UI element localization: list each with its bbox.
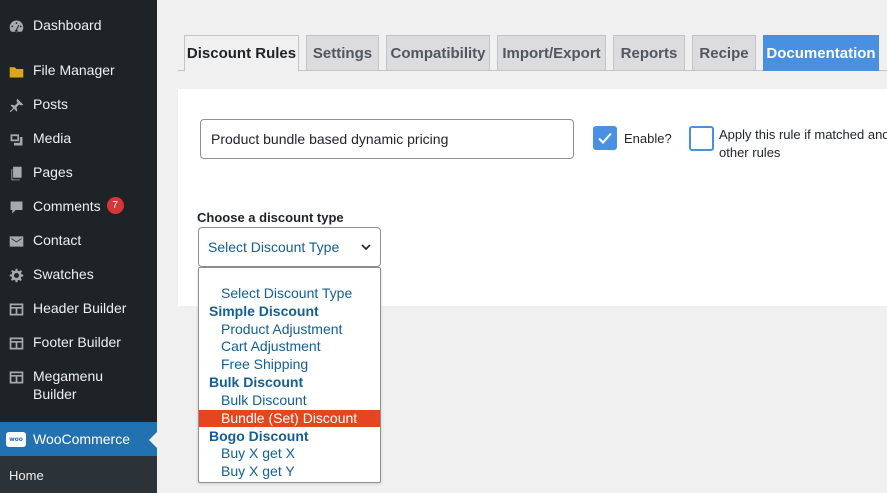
dropdown-option[interactable]: Buy X get X xyxy=(199,445,380,463)
sidebar-item-label: Swatches xyxy=(33,266,94,282)
layout-icon xyxy=(6,367,26,387)
mail-icon xyxy=(6,231,26,251)
enable-checkbox[interactable] xyxy=(593,126,617,150)
discount-type-label: Choose a discount type xyxy=(197,210,344,225)
sidebar-item-label: Contact xyxy=(33,232,82,248)
discount-type-dropdown: Select Discount Type Simple Discount Pro… xyxy=(198,267,381,483)
layout-icon xyxy=(6,299,26,319)
tab-recipe[interactable]: Recipe xyxy=(692,35,756,71)
dropdown-option[interactable]: Bulk Discount xyxy=(199,392,380,410)
comment-icon xyxy=(6,197,26,217)
dropdown-option[interactable]: Product Adjustment xyxy=(199,321,380,339)
plugin-tabs: Discount Rules Settings Compatibility Im… xyxy=(178,35,887,72)
sidebar-item-label: Media xyxy=(33,130,72,146)
apply-if-matched-checkbox[interactable] xyxy=(689,126,714,151)
checkmark-icon xyxy=(598,132,612,144)
sidebar-item-swatches[interactable]: Swatches xyxy=(0,265,157,285)
sidebar-item-media[interactable]: Media xyxy=(0,129,157,149)
sidebar-item-label: WooCommerce xyxy=(33,431,130,447)
current-menu-arrow xyxy=(149,432,157,448)
sidebar-item-footer-builder[interactable]: Footer Builder xyxy=(0,333,157,353)
admin-sidebar: Dashboard File Manager Posts Media Pages… xyxy=(0,0,157,493)
rule-name-input[interactable]: Product bundle based dynamic pricing xyxy=(200,119,574,159)
tab-import-export[interactable]: Import/Export xyxy=(497,35,606,71)
sidebar-item-pages[interactable]: Pages xyxy=(0,163,157,183)
dropdown-group-label: Bogo Discount xyxy=(209,427,309,444)
tab-documentation[interactable]: Documentation xyxy=(763,35,879,71)
discount-type-value: Select Discount Type xyxy=(208,239,340,255)
sidebar-item-header-builder[interactable]: Header Builder xyxy=(0,299,157,319)
enable-label: Enable? xyxy=(624,131,672,146)
sidebar-item-woocommerce[interactable]: woo WooCommerce xyxy=(0,422,157,456)
apply-label-line-1: Apply this rule if matched and xyxy=(719,127,887,142)
apply-if-matched-label: Apply this rule if matched and other rul… xyxy=(719,126,887,162)
sidebar-item-comments[interactable]: Comments 7 xyxy=(0,197,157,217)
pin-icon xyxy=(6,95,26,115)
woo-icon: woo xyxy=(6,429,26,449)
dropdown-option[interactable]: Buy X get Y xyxy=(199,463,380,481)
sidebar-submenu: Home xyxy=(0,456,157,493)
sidebar-item-dashboard[interactable]: Dashboard xyxy=(0,16,157,36)
tab-reports[interactable]: Reports xyxy=(613,35,685,71)
dropdown-option[interactable]: Select Discount Type xyxy=(199,285,380,303)
folder-icon xyxy=(6,61,26,81)
woo-logo: woo xyxy=(6,431,26,447)
sidebar-item-label: File Manager xyxy=(33,62,115,78)
sidebar-item-megamenu-builder[interactable]: Megamenu Builder xyxy=(0,367,157,403)
sidebar-item-file-manager[interactable]: File Manager xyxy=(0,61,157,81)
sidebar-item-label: Comments xyxy=(33,198,101,214)
sidebar-item-label: Header Builder xyxy=(33,300,127,316)
pages-icon xyxy=(6,163,26,183)
media-icon xyxy=(6,129,26,149)
dashboard-icon xyxy=(6,16,26,36)
tab-discount-rules[interactable]: Discount Rules xyxy=(184,35,299,72)
sidebar-item-posts[interactable]: Posts xyxy=(0,95,157,115)
dropdown-group-label: Bulk Discount xyxy=(209,374,304,390)
apply-label-line-2: other rules xyxy=(719,145,781,160)
comment-count-badge: 7 xyxy=(106,197,124,214)
dropdown-option[interactable]: Cart Adjustment xyxy=(199,338,380,356)
sidebar-item-label: Footer Builder xyxy=(33,334,121,350)
sidebar-item-label: Dashboard xyxy=(33,17,102,33)
sidebar-item-label: Megamenu Builder xyxy=(33,368,104,402)
chevron-down-icon xyxy=(361,244,371,251)
submenu-item-home[interactable]: Home xyxy=(9,468,44,483)
tab-compatibility[interactable]: Compatibility xyxy=(386,35,490,71)
sidebar-item-label: Pages xyxy=(33,164,73,180)
layout-icon xyxy=(6,333,26,353)
discount-type-select[interactable]: Select Discount Type xyxy=(198,227,381,267)
dropdown-group-label: Simple Discount xyxy=(209,303,319,319)
gear-icon xyxy=(6,265,26,285)
dropdown-option-highlighted[interactable]: Bundle (Set) Discount xyxy=(199,409,380,428)
tab-settings[interactable]: Settings xyxy=(306,35,379,71)
sidebar-item-label: Posts xyxy=(33,96,69,112)
dropdown-option[interactable]: Free Shipping xyxy=(199,356,380,374)
sidebar-item-contact[interactable]: Contact xyxy=(0,231,157,251)
